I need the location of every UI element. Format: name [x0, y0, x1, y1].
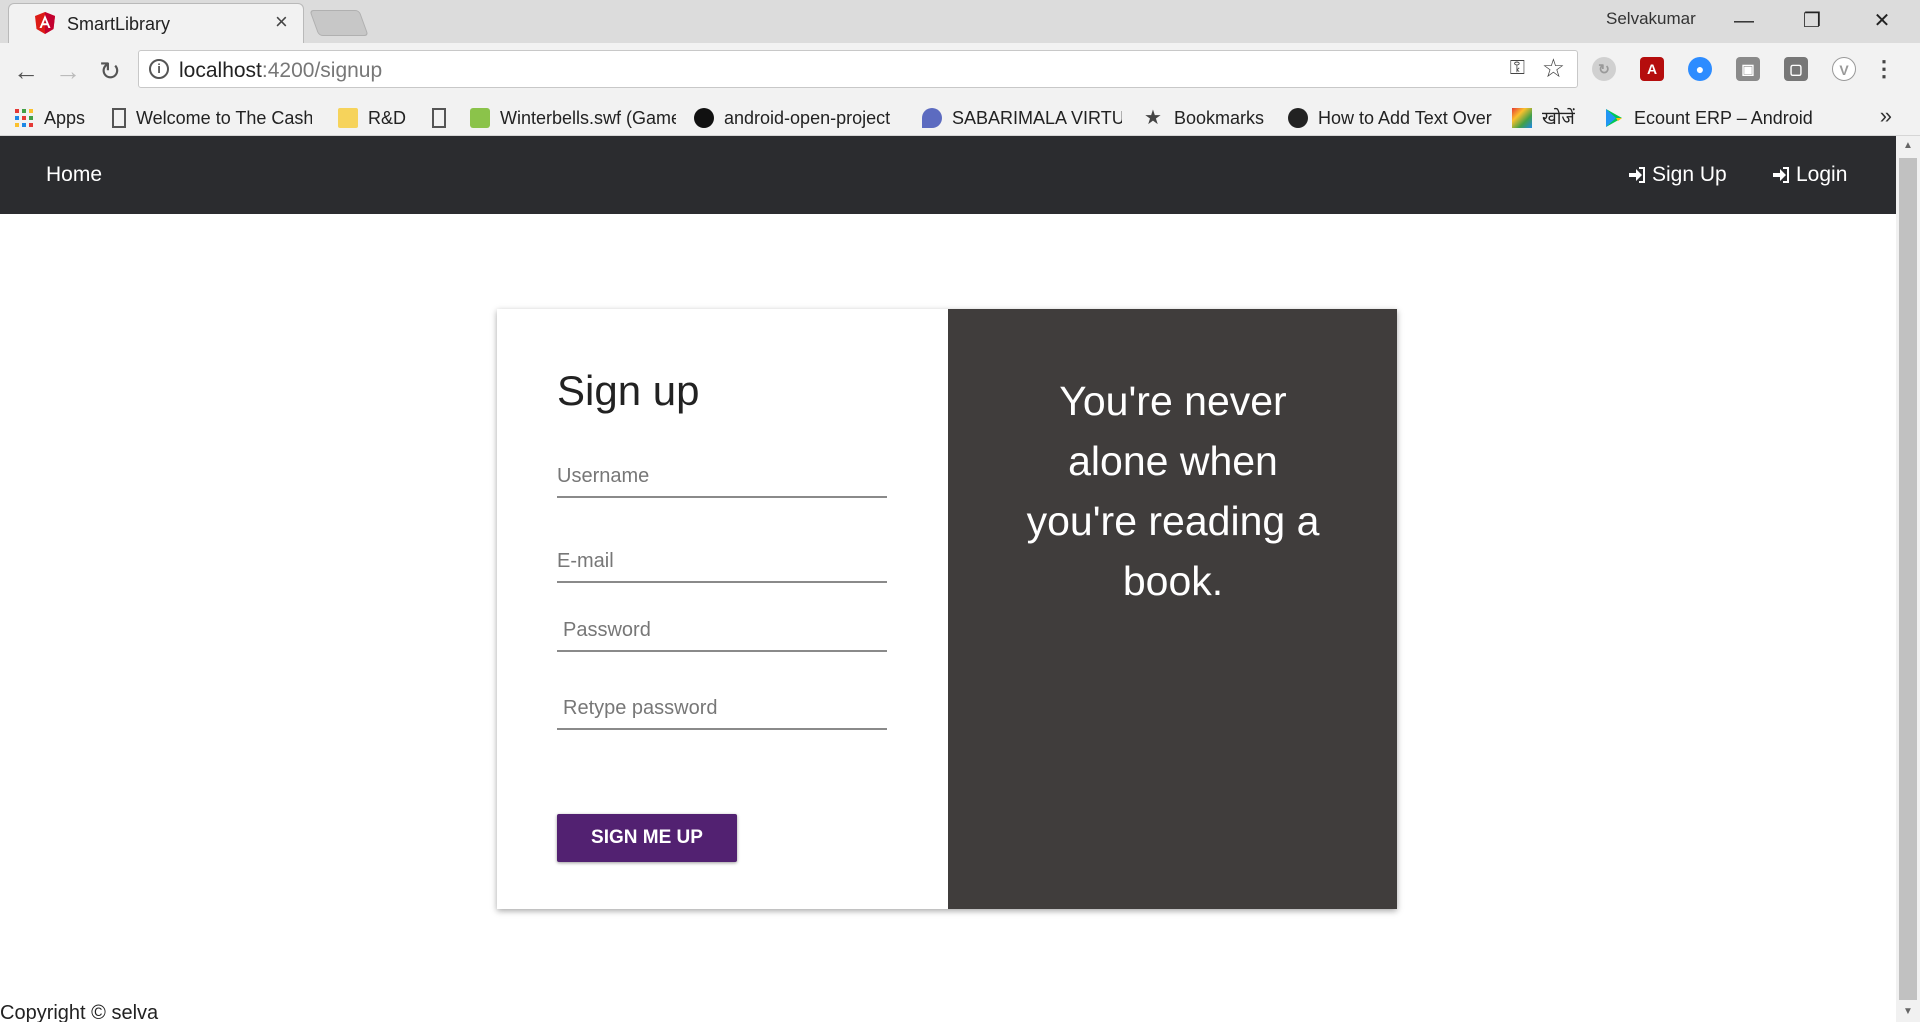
back-icon[interactable]: ← — [10, 55, 42, 87]
nav-signup-label: Sign Up — [1652, 163, 1727, 186]
close-window-icon[interactable]: ✕ — [1852, 6, 1912, 36]
bookmark-sabarimala[interactable]: SABARIMALA VIRTUAL — [922, 105, 1122, 131]
email-input[interactable] — [557, 543, 887, 581]
colorful-icon — [1512, 108, 1532, 128]
username-field[interactable] — [557, 458, 887, 498]
pdf-extension-icon[interactable]: A — [1640, 57, 1664, 81]
more-bookmarks-icon[interactable]: » — [1880, 103, 1892, 129]
sign-in-icon — [1629, 167, 1645, 183]
quote-panel: You're never alone when you're reading a… — [948, 309, 1397, 909]
quote-text: You're never alone when you're reading a… — [1026, 378, 1320, 604]
retype-password-field[interactable] — [557, 690, 887, 730]
sign-me-up-button[interactable]: SIGN ME UP — [557, 814, 737, 862]
username-input[interactable] — [557, 458, 887, 496]
address-bar[interactable]: i localhost:4200/signup ⚿ ☆ — [138, 50, 1578, 88]
new-tab-button[interactable] — [309, 10, 369, 36]
bookmarks-bar: Apps Welcome to The Cash R&D Winterbells… — [0, 99, 1920, 136]
url-path: :4200/signup — [261, 59, 383, 82]
extension-refresh-icon[interactable]: ↻ — [1592, 57, 1616, 81]
bookmark-label: Bookmarks — [1174, 107, 1265, 128]
bookmark-label: Ecount ERP – Android — [1634, 107, 1813, 128]
nav-home-link[interactable]: Home — [46, 163, 102, 187]
page-icon — [432, 108, 446, 128]
location-icon — [922, 108, 942, 128]
bookmark-bookmarks[interactable]: ★ Bookmarks — [1144, 105, 1272, 131]
play-store-icon — [1606, 109, 1622, 127]
bookmark-label: Apps — [44, 107, 86, 128]
bookmark-label: R&D — [368, 107, 407, 128]
bookmark-label: How to Add Text Over — [1318, 107, 1492, 128]
zoom-extension-icon[interactable]: ● — [1688, 57, 1712, 81]
nav-login-link[interactable]: Login — [1772, 163, 1847, 187]
email-field[interactable] — [557, 543, 887, 583]
bookmark-rnd[interactable]: R&D — [338, 105, 414, 131]
browser-chrome: SmartLibrary × Selvakumar — ❐ ✕ ← → ↻ i … — [0, 0, 1920, 136]
nav-signup-link[interactable]: Sign Up — [1628, 163, 1727, 187]
url-text[interactable]: localhost:4200/signup — [179, 59, 382, 83]
signup-form-panel: Sign up SIGN ME UP — [497, 309, 948, 909]
bookmark-label: android-open-project — [724, 107, 891, 128]
bookmark-star-icon[interactable]: ☆ — [1542, 53, 1565, 84]
page-viewport: Home Sign Up Login Sign up Username E-ma… — [0, 136, 1896, 1022]
retype-password-input[interactable] — [557, 690, 887, 728]
folder-icon — [338, 108, 358, 128]
bookmark-label: Welcome to The Cash — [136, 107, 312, 128]
restore-icon[interactable]: ❐ — [1782, 6, 1842, 36]
bookmark-android-open-project[interactable]: android-open-project — [694, 105, 904, 131]
scroll-down-icon[interactable]: ▼ — [1896, 1002, 1920, 1022]
password-input[interactable] — [557, 612, 887, 650]
browser-toolbar: ← → ↻ i localhost:4200/signup ⚿ ☆ ↻ A ● … — [0, 43, 1920, 99]
page-icon — [112, 108, 126, 128]
bookmark-label: खोजें — [1542, 108, 1575, 128]
profile-name[interactable]: Selvakumar — [1606, 9, 1696, 29]
bookmark-label: SABARIMALA VIRTUAL — [952, 107, 1122, 128]
minimize-icon[interactable]: — — [1714, 6, 1774, 36]
reload-icon[interactable]: ↻ — [94, 55, 126, 87]
menu-icon[interactable]: ⋮ — [1872, 57, 1896, 81]
bookmark-apps[interactable]: Apps — [14, 105, 94, 131]
bookmark-ecount-erp[interactable]: Ecount ERP – Android — [1604, 105, 1814, 131]
nav-login-label: Login — [1796, 163, 1848, 186]
bookmark-page[interactable] — [432, 105, 458, 131]
scroll-up-icon[interactable]: ▲ — [1896, 136, 1920, 156]
tab-title: SmartLibrary — [67, 14, 171, 34]
tab-close-icon[interactable]: × — [275, 10, 288, 34]
page-title: Sign up — [557, 367, 700, 414]
page-scrollbar[interactable]: ▲ ▼ — [1896, 136, 1920, 1022]
bookmark-winterbells[interactable]: Winterbells.swf (Game — [470, 105, 676, 131]
scroll-thumb[interactable] — [1899, 158, 1917, 1000]
url-host: localhost — [179, 59, 262, 82]
bookmark-khojen[interactable]: खोजें — [1512, 105, 1588, 131]
github-icon — [694, 108, 714, 128]
bookmark-welcome[interactable]: Welcome to The Cash — [112, 105, 312, 131]
footer-copyright: Copyright © selva — [0, 1002, 159, 1022]
signup-card: Sign up SIGN ME UP You're never alone wh… — [497, 309, 1397, 909]
game-icon — [470, 108, 490, 128]
angular-icon — [35, 12, 55, 34]
browser-tab[interactable]: SmartLibrary × — [8, 3, 304, 43]
app-navbar: Home Sign Up Login — [0, 136, 1896, 214]
key-icon[interactable]: ⚿ — [1510, 57, 1525, 80]
v-extension-icon[interactable]: V — [1832, 57, 1856, 81]
bookmark-label: Winterbells.swf (Game — [500, 107, 676, 128]
bookmark-how-to-add-text[interactable]: How to Add Text Over — [1288, 105, 1492, 131]
sign-in-icon — [1773, 167, 1789, 183]
apps-grid-icon — [15, 109, 33, 127]
forward-icon[interactable]: → — [52, 55, 84, 87]
pie-icon — [1288, 108, 1308, 128]
star-icon: ★ — [1144, 107, 1162, 129]
tab-strip: SmartLibrary × Selvakumar — ❐ ✕ — [0, 0, 1920, 43]
camera-extension-icon[interactable]: ▣ — [1736, 57, 1760, 81]
password-field[interactable] — [557, 612, 887, 652]
extension-square-icon[interactable]: ▢ — [1784, 57, 1808, 81]
info-icon[interactable]: i — [149, 59, 169, 79]
